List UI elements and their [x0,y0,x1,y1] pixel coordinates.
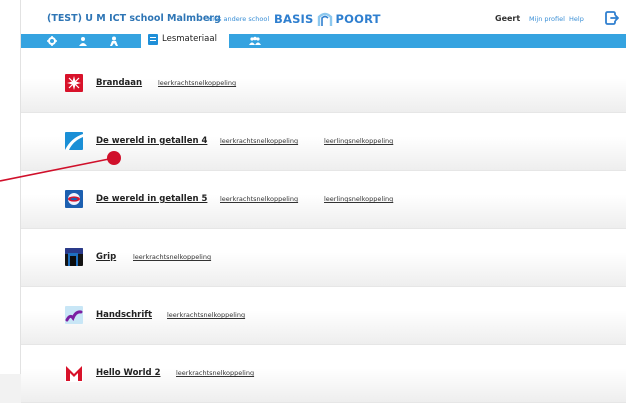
book-icon [148,33,158,45]
list-item: Hello World 2 leerkrachtsnelkoppeling [21,346,626,403]
left-margin [0,0,20,374]
handschrift-logo-icon [65,306,83,324]
teacher-shortcut-link[interactable]: leerkrachtsnelkoppeling [133,253,211,261]
method-title[interactable]: De wereld in getallen 5 [96,194,207,204]
list-item: Handschrift leerkrachtsnelkoppeling [21,288,626,345]
user-name: Geert [495,14,521,23]
teacher-shortcut-link[interactable]: leerkrachtsnelkoppeling [220,137,298,145]
user-alt-icon[interactable] [108,35,120,47]
method-title[interactable]: Grip [96,252,116,262]
student-shortcut-link[interactable]: leerlingsnelkoppeling [324,195,393,203]
tab-lesmateriaal[interactable]: Lesmateriaal [141,29,229,49]
list-item: De wereld in getallen 5 leerkrachtsnelko… [21,172,626,229]
method-title[interactable]: Brandaan [96,78,142,88]
logo-door-icon [317,12,332,26]
page: (TEST) U M ICT school Malmberg Kies ande… [20,0,626,403]
basispoort-logo: BASIS POORT [274,11,381,27]
screenshot-frame: (TEST) U M ICT school Malmberg Kies ande… [0,0,626,403]
student-shortcut-link[interactable]: leerlingsnelkoppeling [324,137,393,145]
user-icon[interactable] [77,35,89,47]
list-item: Grip leerkrachtsnelkoppeling [21,230,626,287]
method-title[interactable]: De wereld in getallen 4 [96,136,207,146]
teacher-shortcut-link[interactable]: leerkrachtsnelkoppeling [176,369,254,377]
grip-logo-icon [65,248,83,266]
header: (TEST) U M ICT school Malmberg Kies ande… [21,0,626,34]
gear-icon[interactable] [46,35,58,47]
wig5-logo-icon [65,190,83,208]
teacher-shortcut-link[interactable]: leerkrachtsnelkoppeling [167,311,245,319]
help-link[interactable]: Help [569,15,584,23]
method-title[interactable]: Handschrift [96,310,152,320]
logout-icon[interactable] [605,11,619,25]
school-name: (TEST) U M ICT school Malmberg [47,13,221,24]
teacher-shortcut-link[interactable]: leerkrachtsnelkoppeling [158,79,236,87]
switch-school-link[interactable]: Kies andere school [208,15,269,23]
hello-world-logo-icon [65,364,83,382]
tab-label: Lesmateriaal [162,34,217,44]
wig4-logo-icon [65,132,83,150]
list-item: De wereld in getallen 4 leerkrachtsnelko… [21,114,626,171]
profile-link[interactable]: Mijn profiel [529,15,565,23]
teacher-shortcut-link[interactable]: leerkrachtsnelkoppeling [220,195,298,203]
list-item: Brandaan leerkrachtsnelkoppeling [21,56,626,113]
method-title[interactable]: Hello World 2 [96,368,160,378]
logo-basis-text: BASIS [274,12,314,26]
main-nav [21,34,626,48]
group-icon[interactable] [249,35,261,47]
brandaan-logo-icon [65,74,83,92]
logo-poort-text: POORT [335,12,381,26]
